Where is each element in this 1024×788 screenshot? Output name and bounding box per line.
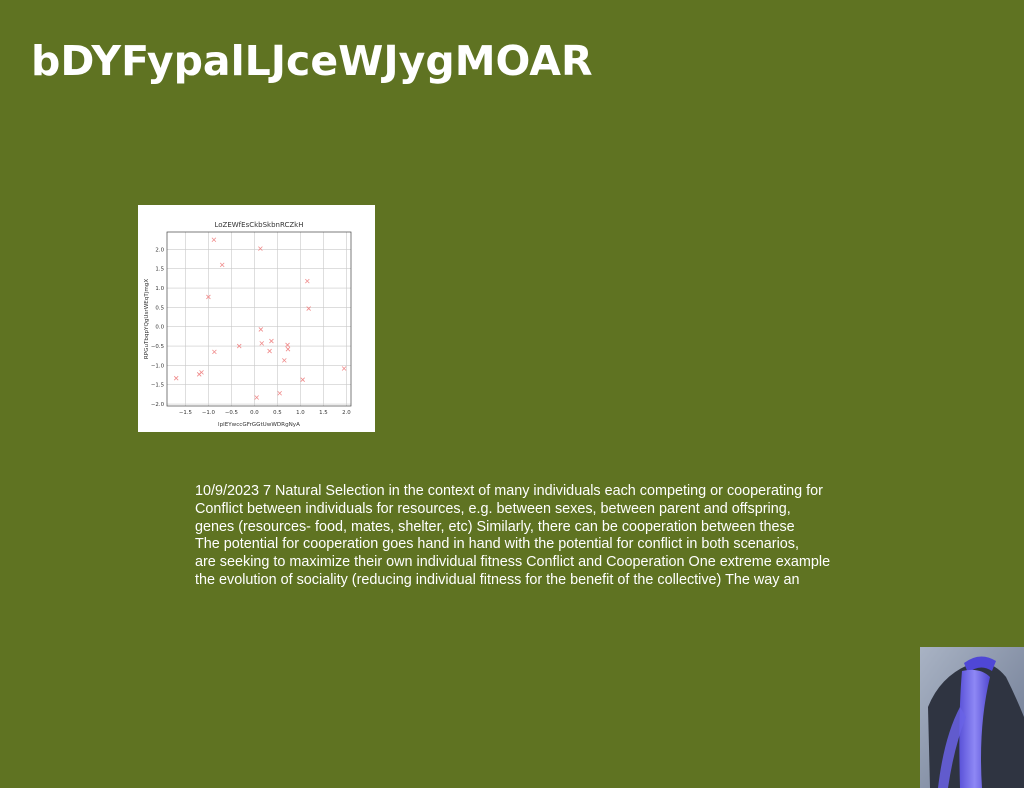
chart-points bbox=[173, 237, 347, 400]
body-paragraph: 10/9/2023 7 Natural Selection in the con… bbox=[195, 483, 935, 590]
chart-point bbox=[212, 349, 217, 355]
chart-point bbox=[173, 375, 179, 381]
chart-ticks: −1.5 −1.0 −0.5 0.0 0.5 1.0 1.5 2.0 2.0 1.5 1.0 0.5 0… bbox=[151, 247, 351, 416]
chart-point bbox=[305, 278, 310, 284]
scatter-chart: LoZEWfEsCkbSkbnRCZkH lplEYwccGFrGGtUwWDR… bbox=[138, 205, 375, 432]
chart-title: LoZEWfEsCkbSkbnRCZkH bbox=[214, 221, 303, 229]
chart-y-tick-label: −0.5 bbox=[151, 344, 164, 350]
chart-x-tick-label: −1.5 bbox=[179, 410, 192, 416]
chart-x-tick-label: 1.0 bbox=[296, 410, 305, 416]
chart-x-tick-label: 0.5 bbox=[273, 410, 282, 416]
body-line: The potential for cooperation goes hand … bbox=[195, 536, 799, 553]
chart-point bbox=[199, 370, 204, 375]
chart-point bbox=[258, 327, 264, 332]
chart-y-tick-label: 2.0 bbox=[155, 247, 164, 253]
chart-point bbox=[219, 262, 225, 268]
chart-y-tick-label: 0.0 bbox=[155, 325, 164, 331]
photo-illustration bbox=[920, 647, 1024, 788]
body-line: 10/9/2023 7 Natural Selection in the con… bbox=[195, 483, 823, 499]
chart-x-tick-label: −0.5 bbox=[225, 410, 238, 416]
chart-y-tick-label: 1.5 bbox=[155, 267, 164, 273]
chart-y-tick-label: 1.0 bbox=[155, 286, 164, 292]
chart-point bbox=[341, 366, 347, 371]
chart-grid bbox=[167, 232, 351, 406]
body-line: Conflict between individuals for resourc… bbox=[195, 500, 791, 517]
chart-x-tick-label: −1.0 bbox=[202, 410, 216, 416]
chart-y-tick-label: 0.5 bbox=[155, 305, 164, 311]
chart-point bbox=[282, 358, 287, 363]
person-shoulder-photo bbox=[920, 647, 1024, 788]
chart-point bbox=[211, 237, 217, 243]
chart-point bbox=[267, 348, 272, 354]
chart-x-tick-label: 1.5 bbox=[319, 410, 328, 416]
body-line: genes (resources- food, mates, shelter, … bbox=[195, 518, 795, 535]
slide-title: bDYFypalLJceWJygMOAR bbox=[31, 37, 593, 85]
chart-x-axis-label: lplEYwccGFrGGtUwWDRgNyA bbox=[218, 422, 300, 428]
chart-y-tick-label: −1.5 bbox=[151, 383, 164, 389]
chart-point bbox=[300, 377, 305, 382]
chart-point bbox=[254, 395, 259, 400]
chart-point bbox=[259, 341, 265, 346]
chart-point bbox=[269, 338, 274, 344]
body-line: are seeking to maximize their own indivi… bbox=[195, 554, 831, 571]
chart-point bbox=[258, 246, 263, 251]
slide: bDYFypalLJceWJygMOAR LoZEWfEsCkbSkbnRCZk… bbox=[0, 0, 1024, 788]
body-line: the evolution of sociality (reducing ind… bbox=[195, 571, 800, 588]
chart-point bbox=[277, 390, 282, 396]
chart-x-tick-label: 2.0 bbox=[342, 410, 351, 416]
chart-x-tick-label: 0.0 bbox=[250, 410, 259, 416]
chart-y-axis-label: RPGuTbqpYQgUsrWEqTjmgX bbox=[144, 279, 150, 359]
chart-y-tick-label: −1.0 bbox=[151, 363, 165, 369]
chart-y-tick-label: −2.0 bbox=[151, 402, 165, 408]
scatter-chart-svg: LoZEWfEsCkbSkbnRCZkH lplEYwccGFrGGtUwWDR… bbox=[144, 221, 352, 428]
chart-point bbox=[285, 346, 291, 352]
